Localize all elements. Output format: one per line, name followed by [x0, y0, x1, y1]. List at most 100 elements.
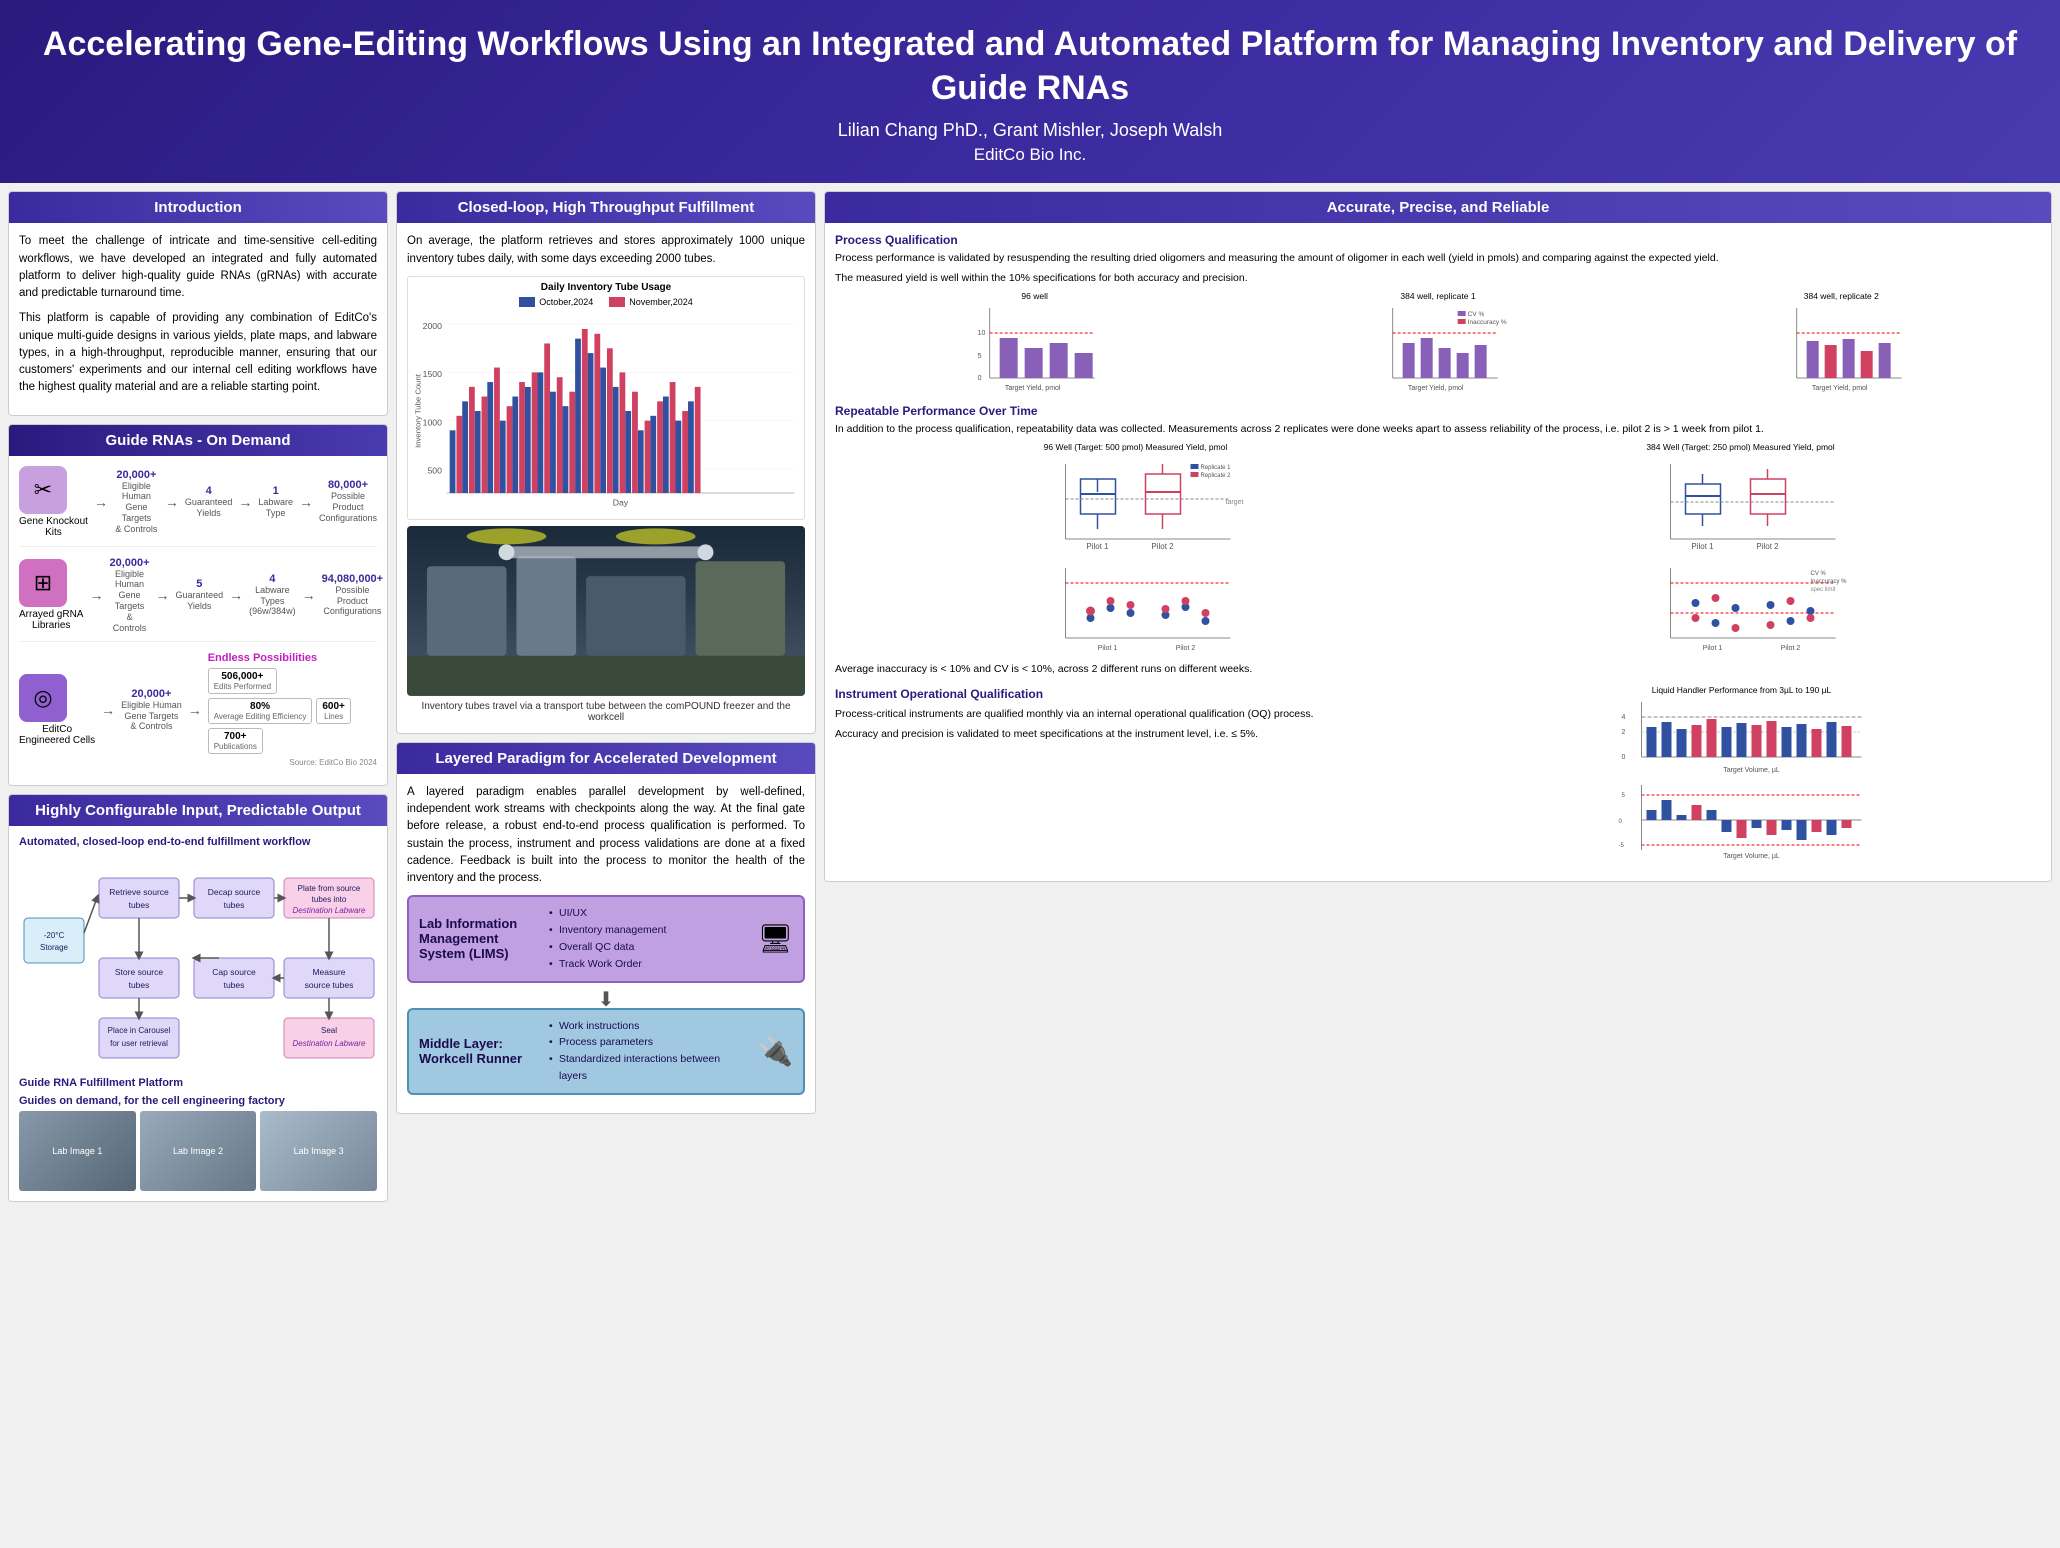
- ko-stat4: 80,000+ Possible ProductConfigurations: [319, 479, 377, 523]
- chart-384-rep2-svg: Target Yield, pmol: [1642, 303, 2041, 393]
- legend-oct: October,2024: [519, 297, 593, 307]
- arrow1: →: [94, 494, 108, 510]
- rep-chart-384: 384 Well (Target: 250 pmol) Measured Yie…: [1440, 442, 2041, 557]
- svg-text:4: 4: [1622, 714, 1626, 721]
- rep-cv-chart2: Pilot 1 Pilot 2 CV % Inaccuracy % spec l…: [1440, 563, 2041, 656]
- closed-loop-body: On average, the platform retrieves and s…: [397, 223, 815, 733]
- workcell-content: Middle Layer:Workcell Runner: [419, 1036, 539, 1066]
- workcell-bullet-1: Work instructions: [549, 1018, 748, 1035]
- configurable-header: Highly Configurable Input, Predictable O…: [9, 795, 387, 826]
- svg-text:0: 0: [1619, 819, 1623, 825]
- ko-label: Gene KnockoutKits: [19, 516, 88, 538]
- iq-inac-svg: 5 0 -5 Target Volume, µL: [1442, 780, 2041, 860]
- svg-text:tubes: tubes: [224, 980, 245, 990]
- lims-bullets: UI/UX Inventory management Overall QC da…: [549, 905, 666, 972]
- svg-text:Pilot 2: Pilot 2: [1756, 542, 1779, 551]
- accurate-panel: Accurate, Precise, and Reliable Process …: [824, 191, 2052, 882]
- chart-title: Daily Inventory Tube Usage: [413, 282, 799, 293]
- svg-text:-20°C: -20°C: [44, 931, 65, 940]
- lims-icon: 🖥: [757, 922, 793, 955]
- workcell-bullet-2: Process parameters: [549, 1034, 748, 1051]
- left-column: Introduction To meet the challenge of in…: [8, 191, 388, 1540]
- small-stats: 506,000+ Edits Performed 80% Average Edi…: [208, 668, 377, 754]
- repeatable-charts-row2: Pilot 1 Pilot 2: [835, 563, 2041, 656]
- chart-384-rep1-title: 384 well, replicate 1: [1238, 291, 1637, 301]
- svg-text:0: 0: [978, 375, 982, 382]
- svg-text:0: 0: [1622, 754, 1626, 761]
- legend-nov-label: November,2024: [629, 297, 693, 307]
- workcell-icon: 🔌: [758, 1035, 793, 1068]
- lims-layer: Lab InformationManagementSystem (LIMS) U…: [407, 895, 805, 982]
- rep-chart-96-svg: Pilot 1 Pilot 2 target Replicate 1 Repli…: [835, 454, 1436, 554]
- svg-text:Target Volume, µL: Target Volume, µL: [1723, 767, 1780, 774]
- legend-nov-color: [609, 297, 625, 307]
- platform-label: Guide RNA Fulfillment Platform: [19, 1077, 377, 1089]
- chart-384-rep2-title: 384 well, replicate 2: [1642, 291, 2041, 301]
- svg-text:Inaccuracy %: Inaccuracy %: [1468, 319, 1507, 326]
- svg-text:Day: Day: [613, 497, 629, 507]
- svg-text:Target Volume, µL: Target Volume, µL: [1723, 853, 1780, 860]
- rep-cv-svg2: Pilot 1 Pilot 2 CV % Inaccuracy % spec l…: [1440, 563, 2041, 653]
- svg-text:Destination Labware: Destination Labware: [293, 1039, 366, 1048]
- guide-rna-body: ✂ Gene KnockoutKits → 20,000+ Eligible H…: [9, 456, 387, 786]
- svg-text:Retrieve source: Retrieve source: [109, 887, 169, 897]
- guide-rna-panel: Guide RNAs - On Demand ✂ Gene KnockoutKi…: [8, 424, 388, 787]
- arrow2: →: [165, 494, 179, 510]
- svg-text:tubes: tubes: [224, 900, 245, 910]
- image-box-1: Lab Image 1: [19, 1111, 136, 1191]
- cell-icon: ◎: [19, 674, 67, 722]
- bottom-title: Guides on demand, for the cell engineeri…: [19, 1095, 377, 1107]
- arrow9: →: [101, 702, 115, 718]
- svg-text:Cap source: Cap source: [212, 967, 256, 977]
- intro-p1: To meet the challenge of intricate and t…: [19, 233, 377, 302]
- svg-text:CV %: CV %: [1811, 571, 1827, 577]
- accurate-body: Process Qualification Process performanc…: [825, 223, 2051, 881]
- svg-text:Measure: Measure: [312, 967, 345, 977]
- svg-text:tubes: tubes: [129, 900, 150, 910]
- svg-text:Decap source: Decap source: [208, 887, 261, 897]
- arrow5: →: [89, 587, 103, 603]
- configurable-panel: Highly Configurable Input, Predictable O…: [8, 794, 388, 1202]
- guide-row-ko: ✂ Gene KnockoutKits → 20,000+ Eligible H…: [19, 466, 377, 547]
- iq-title: Instrument Operational Qualification: [835, 685, 1434, 703]
- lims-bullet-4: Track Work Order: [549, 956, 666, 973]
- arrow6: →: [156, 587, 170, 603]
- image-box-2: Lab Image 2: [140, 1111, 257, 1191]
- repeatable-charts-row1: 96 Well (Target: 500 pmol) Measured Yiel…: [835, 442, 2041, 557]
- svg-text:Pilot 1: Pilot 1: [1086, 542, 1109, 551]
- rep-cv-svg1: Pilot 1 Pilot 2: [835, 563, 1436, 653]
- legend-oct-color: [519, 297, 535, 307]
- arr-stat3: 4 LabwareTypes(96w/384w): [249, 573, 296, 617]
- svg-text:tubes: tubes: [129, 980, 150, 990]
- ko-stat1: 20,000+ Eligible HumanGene Targets& Cont…: [114, 469, 159, 535]
- workcell-title: Middle Layer:Workcell Runner: [419, 1036, 539, 1066]
- repeatable-summary: Average inaccuracy is < 10% and CV is < …: [835, 662, 2041, 678]
- legend-nov: November,2024: [609, 297, 693, 307]
- daily-chart-container: Daily Inventory Tube Usage October,2024 …: [407, 276, 805, 520]
- rep-chart-96-title: 96 Well (Target: 500 pmol) Measured Yiel…: [835, 442, 1436, 452]
- authors: Lilian Chang PhD., Grant Mishler, Joseph…: [40, 120, 2020, 141]
- svg-text:Replicate 1: Replicate 1: [1201, 465, 1232, 471]
- svg-text:5: 5: [1622, 793, 1626, 799]
- repeatable-title: Repeatable Performance Over Time: [835, 404, 2041, 418]
- small-stat-efficiency: 80% Average Editing Efficiency: [208, 698, 313, 724]
- svg-text:1500: 1500: [423, 369, 442, 379]
- svg-text:Seal: Seal: [321, 1026, 337, 1035]
- svg-text:Pilot 2: Pilot 2: [1781, 645, 1801, 652]
- layered-desc: A layered paradigm enables parallel deve…: [407, 784, 805, 888]
- main-content: Introduction To meet the challenge of in…: [0, 183, 2060, 1548]
- workflow-svg: -20°C Storage Retrieve source tubes Deca…: [19, 858, 379, 1068]
- source-text: Source: EditCo Bio 2024: [208, 758, 377, 767]
- svg-text:spec limit: spec limit: [1811, 587, 1836, 593]
- intro-header: Introduction: [9, 192, 387, 223]
- small-stat-lines: 600+ Lines: [316, 698, 351, 724]
- bar-chart-svg: 2000 1500 1000 500: [413, 311, 799, 511]
- chart-legend: October,2024 November,2024: [413, 297, 799, 307]
- svg-text:Destination Labware: Destination Labware: [293, 906, 366, 915]
- poster-title: Accelerating Gene-Editing Workflows Usin…: [40, 22, 2020, 110]
- header: Accelerating Gene-Editing Workflows Usin…: [0, 0, 2060, 183]
- iq-cv-svg: 4 2 0 Target Volume, µL: [1442, 697, 2041, 777]
- svg-text:1000: 1000: [423, 417, 442, 427]
- svg-text:Plate from source: Plate from source: [298, 884, 361, 893]
- svg-text:-5: -5: [1619, 843, 1625, 849]
